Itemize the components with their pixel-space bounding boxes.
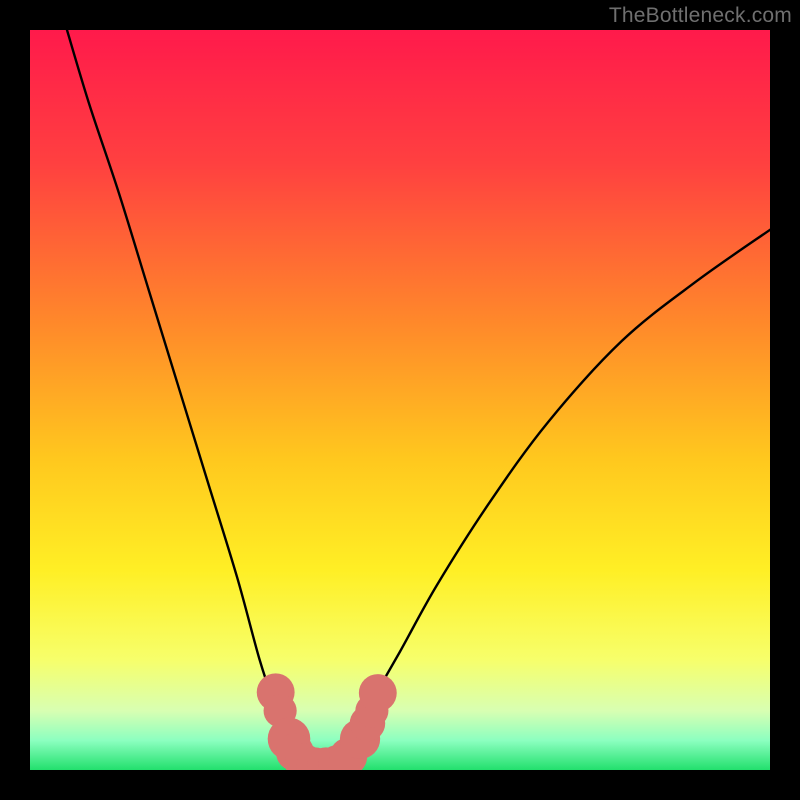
watermark-text: TheBottleneck.com <box>609 4 792 28</box>
curve-layer <box>30 30 770 770</box>
plot-area <box>30 30 770 770</box>
chart-frame: TheBottleneck.com <box>0 0 800 800</box>
data-markers <box>257 673 397 770</box>
bottleneck-curve <box>67 30 770 767</box>
data-marker <box>359 674 397 712</box>
